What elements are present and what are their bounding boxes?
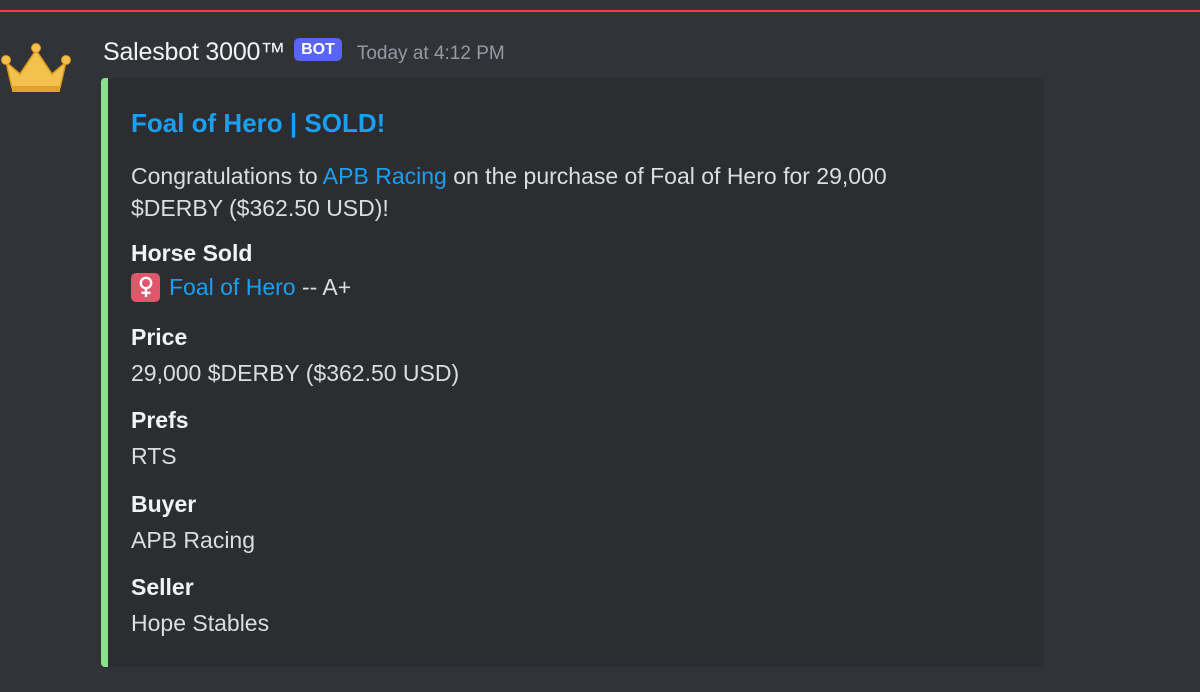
horse-grade: -- A+ — [295, 274, 352, 300]
seller-field-link[interactable]: Hope Stables — [131, 608, 269, 638]
field-seller: Seller Hope Stables — [131, 572, 269, 638]
field-horse-sold: Horse Sold Foal of Hero -- A+ — [131, 238, 351, 302]
message-timestamp[interactable]: Today at 4:12 PM — [357, 43, 505, 65]
chat-view: Salesbot 3000™ BOT Today at 4:12 PM Foal… — [0, 0, 1200, 692]
field-price: Price 29,000 $DERBY ($362.50 USD) — [131, 322, 459, 388]
field-value-horse-sold: Foal of Hero -- A+ — [131, 272, 351, 302]
field-name-price: Price — [131, 324, 188, 350]
field-name-prefs: Prefs — [131, 407, 189, 433]
field-value-prefs: RTS — [131, 443, 177, 469]
crown-icon[interactable] — [0, 40, 72, 96]
embed-description: Congratulations to APB Racing on the pur… — [131, 160, 951, 224]
buyer-field-link[interactable]: APB Racing — [131, 525, 255, 555]
field-name-seller: Seller — [131, 574, 194, 600]
field-name-horse-sold: Horse Sold — [131, 240, 253, 266]
field-value-price: 29,000 $DERBY ($362.50 USD) — [131, 360, 460, 386]
sale-embed: Foal of Hero | SOLD! Congratulations to … — [101, 78, 1044, 667]
field-buyer: Buyer APB Racing — [131, 489, 255, 555]
bot-badge: BOT — [294, 37, 342, 61]
message-header: Salesbot 3000™ BOT Today at 4:12 PM — [103, 35, 505, 69]
field-prefs: Prefs RTS — [131, 405, 189, 471]
embed-title[interactable]: Foal of Hero | SOLD! — [131, 108, 385, 139]
horse-link[interactable]: Foal of Hero — [169, 272, 296, 302]
author-name[interactable]: Salesbot 3000™ — [103, 38, 285, 67]
new-messages-divider — [0, 10, 1200, 12]
buyer-link[interactable]: APB Racing — [323, 163, 447, 189]
description-prefix: Congratulations to — [131, 163, 323, 189]
field-name-buyer: Buyer — [131, 491, 197, 517]
female-sign-icon — [131, 272, 160, 302]
